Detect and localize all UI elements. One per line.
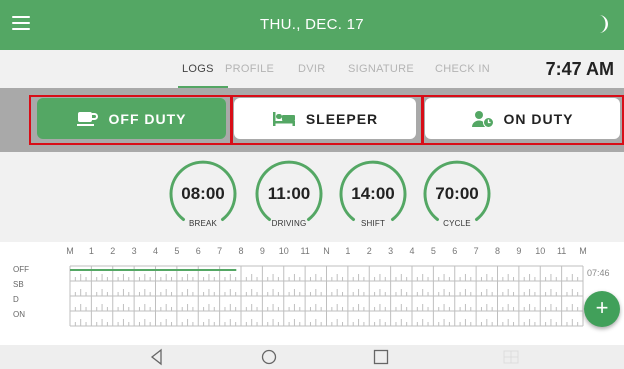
- current-time: 7:47 AM: [545, 59, 614, 79]
- driving-timer-value: 11:00: [267, 184, 311, 203]
- shift-timer-value: 14:00: [351, 184, 395, 203]
- add-event-button[interactable]: +: [584, 291, 620, 327]
- shift-timer: 14:00 SHIFT: [336, 159, 410, 233]
- log-graph: M 1 2 3 4 5 6 7 8 9 10 11 N 1 2 3 4 5 6 7 8 9 10 11 M OFF SB D O…: [0, 242, 624, 345]
- cycle-timer: 70:00 CYCLE: [420, 159, 494, 233]
- page-title-date: THU., DEC. 17: [260, 16, 364, 33]
- tab-bar: LOGS PROFILE DVIR SIGNATURE CHECK IN 7:4…: [0, 50, 624, 88]
- break-timer: 08:00 BREAK: [166, 159, 240, 233]
- shift-timer-label: SHIFT: [360, 219, 386, 228]
- sleeper-highlight-frame: [231, 95, 424, 145]
- driving-timer: 11:00 DRIVING: [252, 159, 326, 233]
- log-grid-lines: [69, 265, 584, 327]
- back-icon[interactable]: [148, 348, 166, 366]
- tab-profile[interactable]: PROFILE: [225, 63, 274, 75]
- tab-check-in[interactable]: CHECK IN: [435, 63, 490, 75]
- tab-signature[interactable]: SIGNATURE: [348, 63, 414, 75]
- tab-dvir[interactable]: DVIR: [298, 63, 325, 75]
- cycle-timer-label: CYCLE: [443, 219, 471, 228]
- cycle-timer-value: 70:00: [435, 184, 479, 203]
- duty-status-bar: OFF DUTY SLEEPER ON DUTY: [0, 88, 624, 152]
- app-bar: THU., DEC. 17: [0, 0, 624, 50]
- off-duty-total: 07:46: [587, 268, 610, 278]
- recents-icon[interactable]: [372, 348, 390, 366]
- hos-timers: 08:00 BREAK 11:00 DRIVING 14:00 SHIFT 70…: [0, 152, 624, 242]
- break-timer-label: BREAK: [188, 219, 218, 228]
- off-duty-highlight-frame: [29, 95, 232, 145]
- home-icon[interactable]: [260, 348, 278, 366]
- moon-icon[interactable]: [590, 13, 612, 35]
- system-navigation-bar: [0, 345, 624, 369]
- driving-timer-label: DRIVING: [271, 219, 307, 228]
- on-duty-highlight-frame: [421, 95, 624, 145]
- tab-logs[interactable]: LOGS: [182, 63, 214, 75]
- keyboard-icon[interactable]: [502, 348, 520, 366]
- break-timer-value: 08:00: [181, 184, 225, 203]
